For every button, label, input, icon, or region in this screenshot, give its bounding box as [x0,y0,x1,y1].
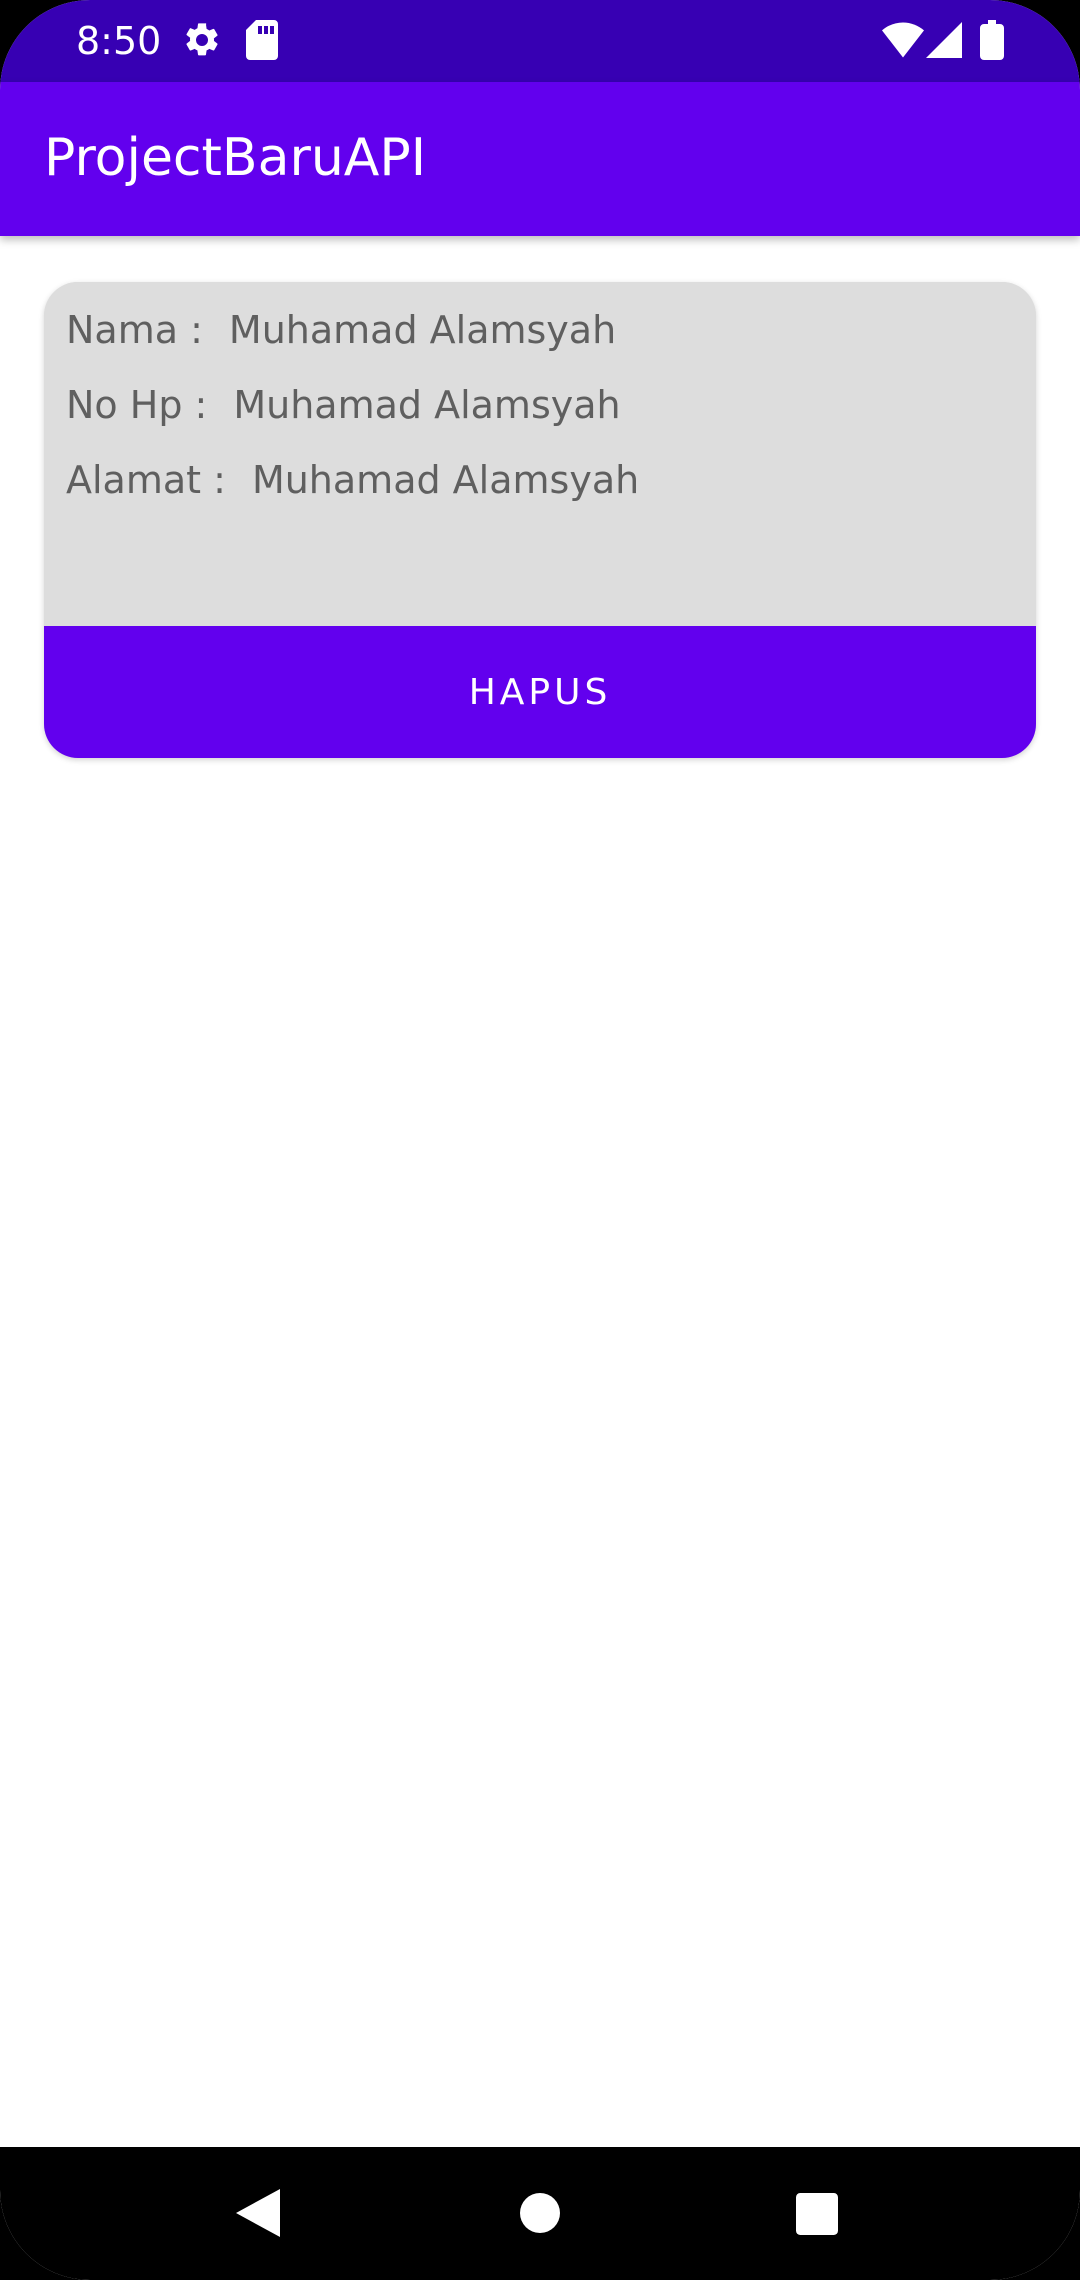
wifi-icon [882,22,924,58]
no-hp-value: Muhamad Alamsyah [233,383,621,427]
contact-card: Nama : Muhamad Alamsyah No Hp : Muhamad Al… [44,282,1036,758]
back-icon[interactable] [236,2189,280,2237]
contact-details: Nama : Muhamad Alamsyah No Hp : Muhamad Al… [44,282,1036,626]
home-icon[interactable] [520,2193,560,2233]
battery-icon [980,20,1004,60]
row-alamat: Alamat : Muhamad Alamsyah [66,456,639,504]
navigation-bar [0,2147,1080,2280]
nama-label: Nama : [66,308,203,352]
row-nama: Nama : Muhamad Alamsyah [66,306,616,354]
phone-screen: 8:50 ProjectBaruAPI Nama : Muhamad Alamsy… [0,0,1080,2280]
alamat-value: Muhamad Alamsyah [251,458,640,502]
app-bar: ProjectBaruAPI [0,82,1080,236]
delete-button[interactable]: HAPUS [44,626,1036,758]
nama-value: Muhamad Alamsyah [228,308,617,352]
status-time: 8:50 [76,19,162,63]
cell-signal-icon [926,22,962,58]
row-no-hp: No Hp : Muhamad Alamsyah [66,381,621,429]
alamat-label: Alamat : [66,458,226,502]
sd-card-icon [246,20,278,60]
app-title: ProjectBaruAPI [44,128,427,188]
gear-icon [186,23,218,56]
recents-icon[interactable] [796,2193,838,2235]
no-hp-label: No Hp : [66,383,208,427]
status-bar: 8:50 [0,0,1080,82]
